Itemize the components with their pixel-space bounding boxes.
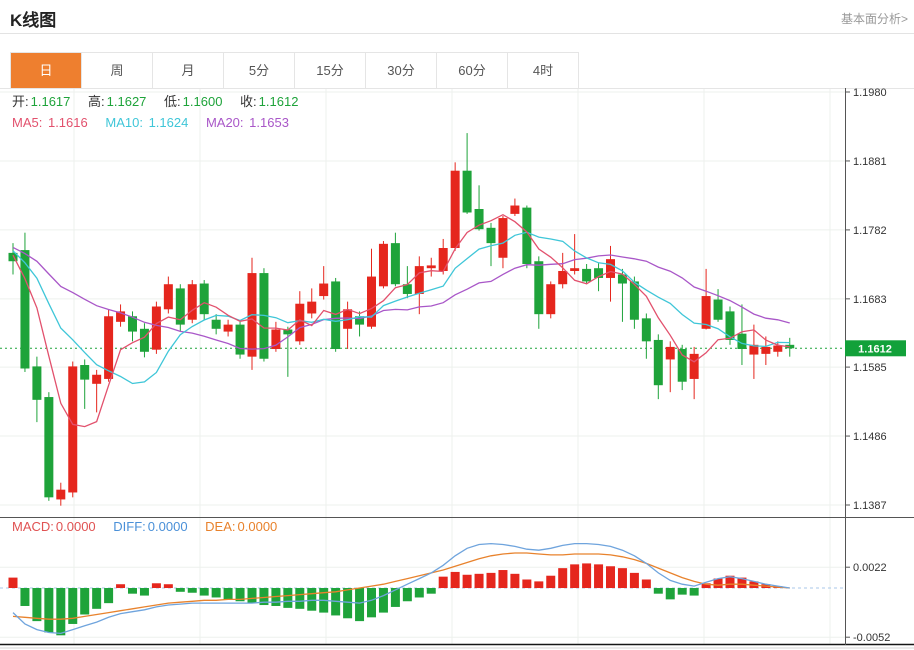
svg-text:1.1585: 1.1585 [853,362,887,374]
tab-week[interactable]: 周 [82,53,153,88]
tab-4hour[interactable]: 4时 [508,53,578,88]
svg-text:-0.0052: -0.0052 [853,632,890,644]
fundamental-analysis-link[interactable]: 基本面分析> [841,10,908,27]
svg-text:1.1980: 1.1980 [853,88,887,99]
page-title: K线图 [10,6,56,31]
tab-30min[interactable]: 30分 [366,53,437,88]
tab-60min[interactable]: 60分 [437,53,508,88]
period-tabs: 日 周 月 5分 15分 30分 60分 4时 [10,52,579,88]
tab-month[interactable]: 月 [153,53,224,88]
kline-chart[interactable]: 1.1980 1.1881 1.1782 1.1683 1.1585 1.1486 1.13… [0,88,914,650]
svg-text:0.0022: 0.0022 [853,562,887,574]
svg-text:1.1782: 1.1782 [853,225,887,237]
tab-15min[interactable]: 15分 [295,53,366,88]
header-divider [0,33,914,34]
svg-text:1.1683: 1.1683 [853,294,887,306]
svg-text:1.1612: 1.1612 [858,343,892,355]
tab-5min[interactable]: 5分 [224,53,295,88]
svg-text:1.1881: 1.1881 [853,156,887,168]
svg-text:1.1387: 1.1387 [853,500,887,512]
tab-day[interactable]: 日 [11,53,82,88]
svg-text:1.1486: 1.1486 [853,431,887,443]
